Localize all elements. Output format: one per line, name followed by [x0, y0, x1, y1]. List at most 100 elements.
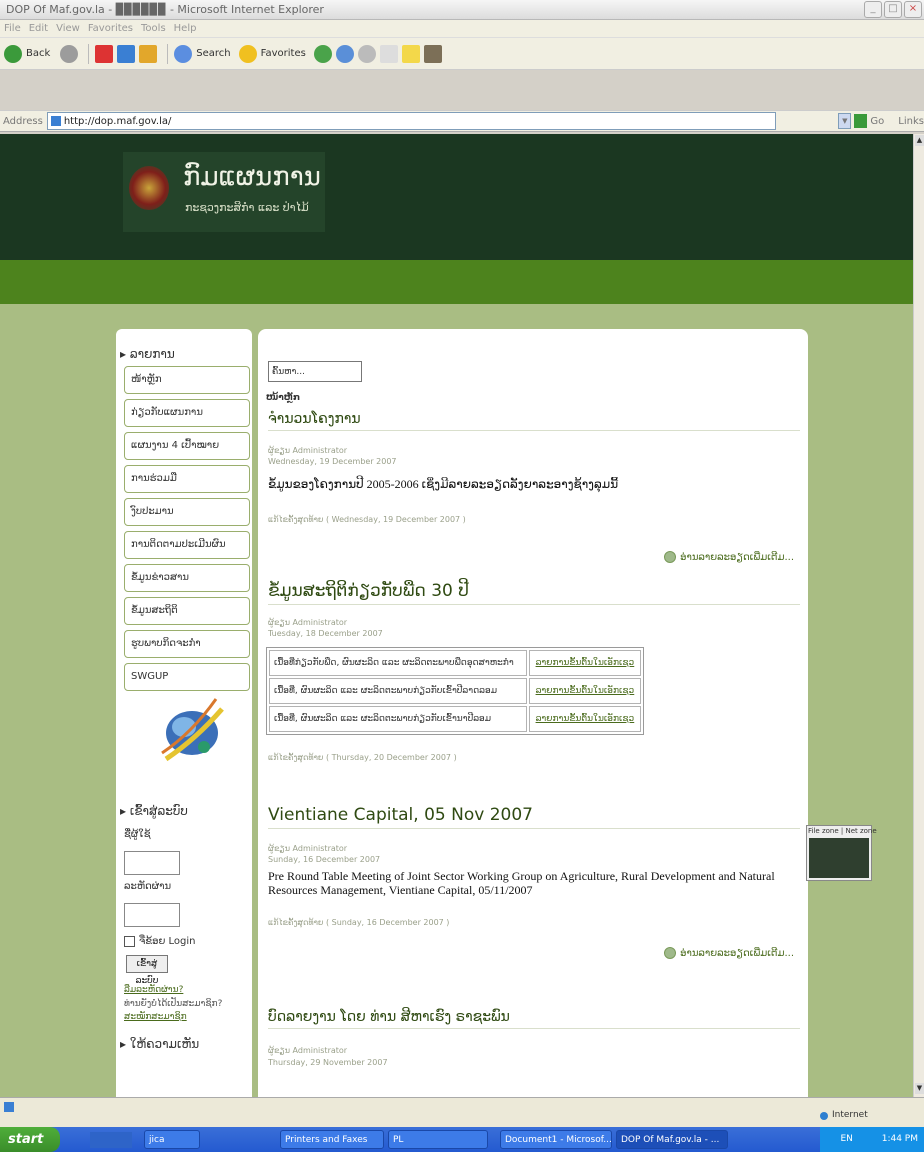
sidebar-item-about[interactable]: ກ່ຽວກັບແຜນການ [124, 399, 250, 427]
table-row: ເນື້ອທີ່, ຜົນຜະລິດ ແລະ ຜະລິດຕະພາບກ່ຽວກັບ… [269, 706, 641, 732]
stop-icon[interactable] [95, 44, 114, 63]
page-icon [50, 116, 61, 126]
read-more-link[interactable]: ອ່ານລາຍລະອຽດເພີ່ມເຕີມ... [664, 551, 794, 563]
login-button[interactable]: ເຂົ້າສູ່ລະບົບ [126, 955, 168, 986]
zone-label: Internet [832, 1110, 868, 1120]
task-document1[interactable]: Document1 - Microsof... [500, 1130, 612, 1149]
back-button[interactable]: Back [26, 48, 50, 59]
toolbar-divider [88, 43, 90, 64]
favorites-star-icon[interactable] [238, 44, 257, 63]
site-logo[interactable]: ກົມແຜນການ ກະຊວງກະສິກຳ ແລະ ປ່າໄມ້ [123, 152, 325, 232]
sidebar-item-home[interactable]: ໜ້າຫຼັກ [124, 366, 250, 394]
sidebar-item-monitoring[interactable]: ການຕິດຕາມປະເມີນຜົນ [124, 531, 250, 559]
minimize-icon[interactable]: _ [864, 1, 882, 18]
site-subtitle: ກະຊວງກະສິກຳ ແລະ ປ່າໄມ້ [185, 201, 309, 214]
menu-help[interactable]: Help [174, 23, 197, 34]
data-table: ເນື້ອທີ່ກ່ຽວກັບພືດ, ຜົນຜະລິດ ແລະ ຜະລິດຕະ… [266, 647, 644, 735]
article-title[interactable]: ບົດລາຍງານ ໂດຍ ທ່ານ ສີຫາເຮົງ ຣາຊະພົນ [268, 1009, 800, 1029]
article-date: Sunday, 16 December 2007 [268, 855, 381, 864]
table-link[interactable]: ລາຍການຂັ້ນຕົ້ນໃນເອັກເຊວ [528, 706, 641, 732]
address-input[interactable]: http://dop.maf.gov.la/ [46, 112, 777, 130]
search-button[interactable]: Search [196, 48, 230, 59]
address-label: Address [3, 115, 43, 127]
search-icon[interactable] [174, 44, 193, 63]
go-button[interactable]: Go [870, 116, 884, 127]
window-title-bar: DOP Of Maf.gov.la - ▉▉▉▉▉▉ - Microsoft I… [0, 0, 924, 20]
net-zone-label: Net zone [845, 827, 877, 835]
task-pl[interactable]: PL [388, 1130, 488, 1149]
sidebar-item-programs[interactable]: ແຜນງານ 4 ເປົ້າໝາຍ [124, 432, 250, 460]
sidebar-item-swgup[interactable]: SWGUP [124, 663, 250, 691]
article-title[interactable]: ຂໍ້ມູນສະຖິຕິກ່ຽວກັບພືດ 30 ປີ [268, 581, 800, 605]
forgot-password-link[interactable]: ລືມລະຫັດຜ່ານ? [124, 985, 183, 995]
go-arrow-icon[interactable] [854, 114, 868, 128]
task-dop-browser[interactable]: DOP Of Maf.gov.la - ... [616, 1130, 728, 1149]
page-viewport: ກົມແຜນການ ກະຊວງກະສິກຳ ແລະ ປ່າໄມ້ ▸ ລາຍກາ… [0, 134, 913, 1097]
home-icon[interactable] [139, 44, 158, 63]
language-indicator[interactable]: EN [840, 1134, 852, 1144]
remember-label: ຈື່ຂ້ອຍ Login [139, 936, 196, 947]
article-title[interactable]: ຈຳນວນໂຄງການ [268, 411, 800, 431]
remember-me[interactable]: ຈື່ຂ້ອຍ Login [124, 936, 195, 947]
globe-icon [820, 1112, 828, 1120]
address-dropdown-icon[interactable]: ▼ [838, 113, 852, 129]
back-arrow-icon[interactable] [4, 44, 22, 63]
table-link[interactable]: ລາຍການຂັ້ນຕົ້ນໃນເອັກເຊວ [528, 678, 641, 704]
maximize-icon[interactable]: □ [884, 1, 902, 18]
favorites-button[interactable]: Favorites [261, 48, 306, 59]
menu-tools[interactable]: Tools [141, 23, 166, 34]
article-author: ຜູ້ຂຽນ Administrator [268, 1046, 348, 1055]
table-link[interactable]: ລາຍການຂັ້ນຕົ້ນໃນເອັກເຊວ [528, 650, 641, 676]
password-label: ລະຫັດຜ່ານ [124, 881, 172, 892]
register-link[interactable]: ສະໝັກສະມາຊິກ [124, 1012, 187, 1022]
breadcrumb: ໜ້າຫຼັກ [266, 393, 301, 403]
folder-icon[interactable] [401, 44, 420, 63]
username-label: ຊື່ຜູ້ໃຊ້ [124, 829, 151, 840]
messenger-icon[interactable] [423, 44, 442, 63]
promo-graphic[interactable] [156, 689, 226, 769]
site-title: ກົມແຜນການ [183, 162, 321, 192]
remember-checkbox[interactable] [124, 936, 135, 947]
feedback-section-title: ▸ ໃຫ້ຄວາມເຫັນ [120, 1037, 200, 1051]
close-icon[interactable]: × [904, 1, 922, 18]
history-icon[interactable] [313, 44, 332, 63]
sidebar-item-gallery[interactable]: ຮູບພາບກິດຈະກຳ [124, 630, 250, 658]
read-more-link[interactable]: ອ່ານລາຍລະອຽດເພີ່ມເຕີມ... [664, 947, 794, 959]
article-title[interactable]: Vientiane Capital, 05 Nov 2007 [268, 805, 800, 829]
national-emblem-icon [129, 166, 169, 210]
article-date: Wednesday, 19 December 2007 [268, 457, 397, 466]
login-section-title: ▸ ເຂົ້າສູ່ລະບົບ [120, 804, 188, 818]
search-input[interactable]: ຄົ້ນຫາ... [268, 361, 362, 382]
sidebar-item-statistics[interactable]: ຂໍ້ມູນສະຖິຕິ [124, 597, 250, 625]
task-printers[interactable]: Printers and Faxes [280, 1130, 384, 1149]
menu-favorites[interactable]: Favorites [88, 23, 133, 34]
edit-icon[interactable] [379, 44, 398, 63]
scroll-up-icon[interactable]: ▲ [915, 135, 924, 146]
refresh-icon[interactable] [117, 44, 136, 63]
menu-view[interactable]: View [56, 23, 80, 34]
table-cell: ເນື້ອທີ່ກ່ຽວກັບພືດ, ຜົນຜະລິດ ແລະ ຜະລິດຕະ… [269, 650, 527, 676]
scroll-down-icon[interactable]: ▼ [915, 1083, 924, 1094]
vertical-scrollbar[interactable]: ▲ ▼ [913, 134, 924, 1097]
username-field[interactable] [124, 851, 180, 875]
article-date: Tuesday, 18 December 2007 [268, 629, 383, 638]
window-title: DOP Of Maf.gov.la - ▉▉▉▉▉▉ - Microsoft I… [6, 3, 324, 16]
article-body: ຂໍ້ມູນຂອງໂຄງການປີ 2005-2006 ເຊິ່ງມີລາຍລະ… [268, 477, 619, 491]
header-band [0, 260, 913, 304]
mail-icon[interactable] [335, 44, 354, 63]
sidebar-item-news[interactable]: ຂໍ້ມູນຂ່າວສານ [124, 564, 250, 592]
sidebar-item-budget[interactable]: ງົບປະມານ [124, 498, 250, 526]
task-jica[interactable]: jica [144, 1130, 200, 1149]
sidebar-item-cooperation[interactable]: ການຮ່ວມມື [124, 465, 250, 493]
print-icon[interactable] [357, 44, 376, 63]
menu-bar: File Edit View Favorites Tools Help [0, 20, 924, 38]
menu-file[interactable]: File [4, 23, 21, 34]
quick-launch-icons[interactable] [90, 1131, 132, 1148]
system-tray: EN 1:44 PM [820, 1127, 924, 1152]
menu-edit[interactable]: Edit [29, 23, 48, 34]
password-field[interactable] [124, 903, 180, 927]
links-button[interactable]: Links [898, 116, 924, 127]
start-button[interactable]: start [0, 1127, 60, 1152]
article-author: ຜູ້ຂຽນ Administrator [268, 844, 348, 853]
forward-arrow-icon[interactable] [60, 44, 79, 63]
